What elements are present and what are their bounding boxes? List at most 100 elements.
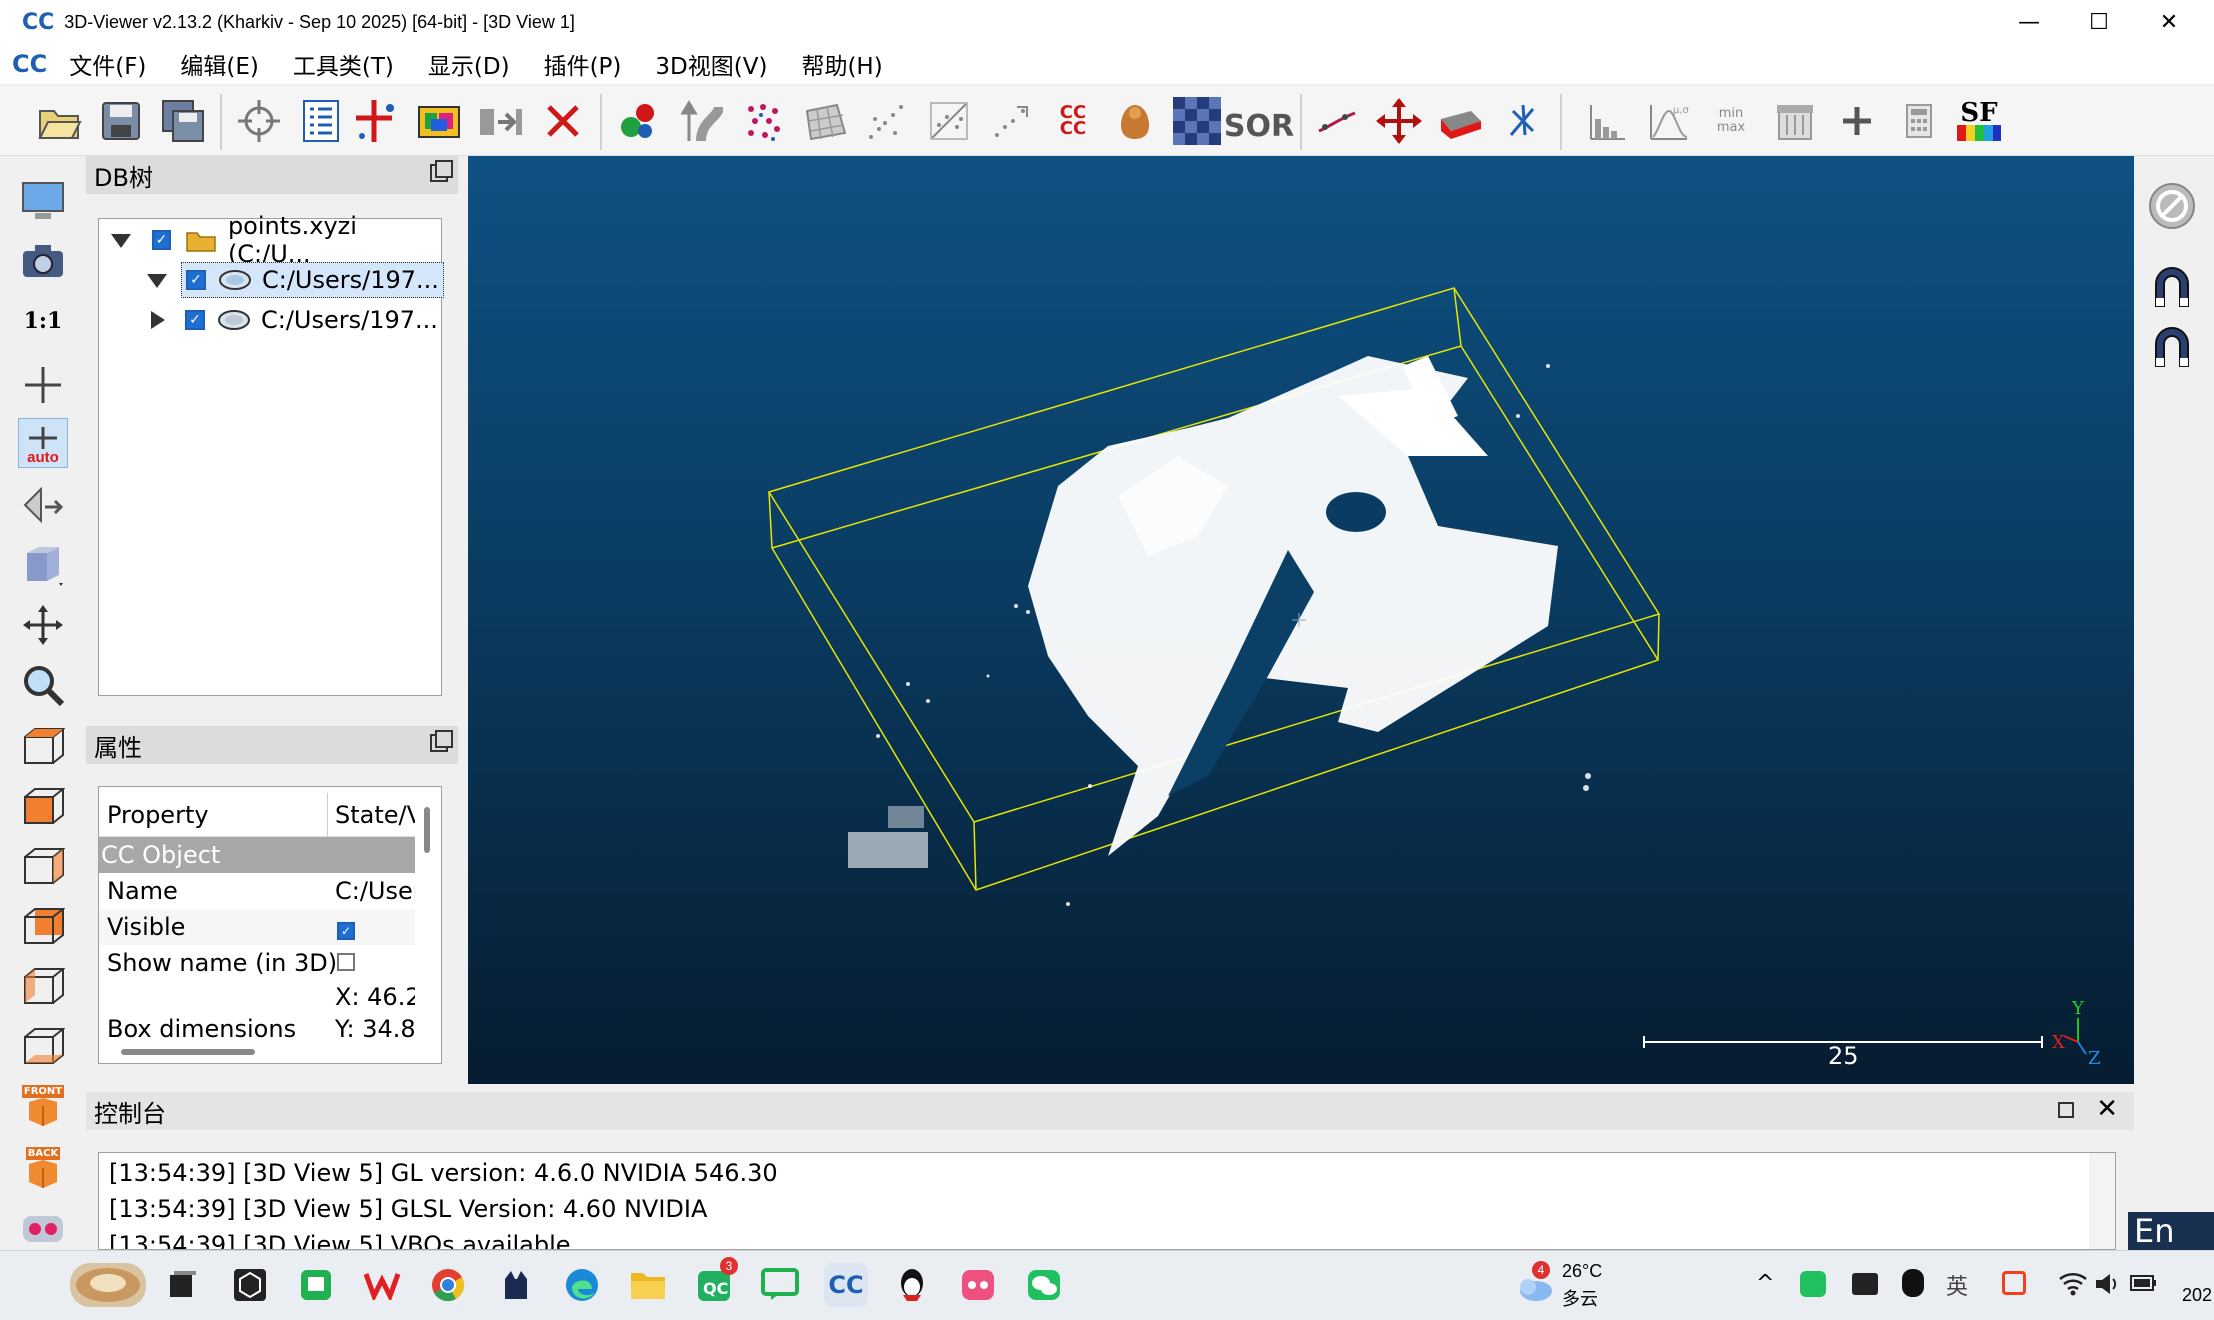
tray-qq-icon[interactable]	[1902, 1269, 1924, 1297]
edge-icon[interactable]	[560, 1263, 604, 1307]
minimize-button[interactable]: —	[1994, 0, 2064, 44]
cross-section-icon[interactable]	[986, 96, 1036, 146]
menu-3dview[interactable]: 3D视图(V)	[655, 47, 767, 81]
view-bottom-icon[interactable]	[18, 1020, 68, 1070]
app-green-icon[interactable]	[294, 1263, 338, 1307]
view-front-icon[interactable]	[18, 780, 68, 830]
center-icon[interactable]	[18, 360, 68, 410]
plane-icon[interactable]	[1436, 96, 1486, 146]
view-left-icon[interactable]	[18, 840, 68, 890]
widget-icon[interactable]	[70, 1263, 146, 1307]
float-panel-icon[interactable]	[430, 730, 453, 752]
segment-icon[interactable]	[924, 96, 974, 146]
float-panel-icon[interactable]	[430, 160, 453, 182]
checker-icon[interactable]	[1172, 96, 1222, 146]
collapse-arrow-icon[interactable]	[109, 230, 132, 250]
sf-colorbar-icon[interactable]: SF	[1954, 96, 2004, 146]
magnet-icon[interactable]	[2150, 326, 2194, 370]
scalar-field-calc-icon[interactable]	[1894, 96, 1944, 146]
view-back-icon[interactable]	[18, 900, 68, 950]
qq-icon[interactable]	[890, 1263, 934, 1307]
pan-icon[interactable]	[18, 600, 68, 650]
clone-icon[interactable]	[414, 96, 464, 146]
zoom-ratio-button[interactable]: 1:1	[18, 296, 68, 346]
property-row-name[interactable]: Name C:/User	[99, 873, 415, 909]
menu-file[interactable]: 文件(F)	[69, 47, 146, 81]
auto-pick-center-button[interactable]: auto	[18, 418, 68, 468]
camera-icon[interactable]	[18, 236, 68, 286]
wps-icon[interactable]	[360, 1263, 404, 1307]
add-point-icon[interactable]	[352, 96, 402, 146]
perspective-icon[interactable]	[18, 540, 68, 590]
calculator-icon[interactable]	[1770, 96, 1820, 146]
weather-icon[interactable]: 4	[1514, 1261, 1554, 1305]
save-icon[interactable]	[96, 96, 146, 146]
menu-plugins[interactable]: 插件(P)	[544, 47, 622, 81]
rotation-mode-icon[interactable]	[18, 480, 68, 530]
app-3d-icon[interactable]	[228, 1263, 272, 1307]
stereo-icon[interactable]	[18, 1204, 68, 1254]
list-icon[interactable]	[296, 96, 346, 146]
pink-app-icon[interactable]	[956, 1263, 1000, 1307]
close-button[interactable]: ✕	[2134, 0, 2204, 44]
cat-app-icon[interactable]	[494, 1263, 538, 1307]
close-panel-icon[interactable]: ✕	[2096, 1094, 2118, 1124]
maximize-button[interactable]: ☐	[2064, 0, 2134, 44]
subsample-icon[interactable]	[676, 96, 726, 146]
save-all-icon[interactable]	[158, 96, 208, 146]
property-row-show-name[interactable]: Show name (in 3D)	[99, 945, 415, 981]
battery-icon[interactable]	[2130, 1273, 2158, 1293]
clock-date[interactable]: 202	[2182, 1285, 2212, 1306]
chrome-icon[interactable]	[426, 1263, 470, 1307]
menu-edit[interactable]: 编辑(E)	[180, 47, 258, 81]
compare-cloud-icon[interactable]: CC CC	[1048, 96, 1098, 146]
register-icon[interactable]	[614, 96, 664, 146]
visible-checkbox[interactable]: ✓	[337, 922, 355, 940]
scale-icon[interactable]	[1312, 96, 1362, 146]
zoom-icon[interactable]	[18, 660, 68, 710]
view-iso-back-button[interactable]: BACK	[18, 1142, 68, 1192]
stop-icon[interactable]	[2146, 180, 2198, 232]
menu-help[interactable]: 帮助(H)	[801, 47, 882, 81]
file-explorer-icon[interactable]	[626, 1263, 670, 1307]
visibility-checkbox[interactable]: ✓	[151, 230, 172, 250]
menu-tools[interactable]: 工具类(T)	[293, 47, 394, 81]
console-scrollbar[interactable]	[2089, 1153, 2115, 1249]
tree-item-cloud-1[interactable]: ✓ C:/Users/197...	[145, 261, 444, 299]
ime-indicator[interactable]: En	[2128, 1212, 2214, 1250]
crop-icon[interactable]	[1110, 96, 1160, 146]
sample-points-icon[interactable]	[738, 96, 788, 146]
property-value[interactable]: C:/User	[335, 877, 415, 905]
minmax-icon[interactable]: min max	[1706, 96, 1756, 146]
tray-chevron-icon[interactable]: ^	[1756, 1271, 1774, 1296]
histogram-icon[interactable]	[1582, 96, 1632, 146]
visibility-checkbox[interactable]: ✓	[185, 310, 205, 330]
float-panel-icon[interactable]	[2058, 1102, 2074, 1118]
translate-icon[interactable]	[1374, 96, 1424, 146]
3dviewer-taskbar-icon[interactable]: CC	[824, 1263, 868, 1307]
expand-arrow-icon[interactable]	[145, 309, 169, 331]
vertical-scrollbar[interactable]	[415, 807, 441, 1063]
rotate-icon[interactable]	[1498, 96, 1548, 146]
tray-s-icon[interactable]	[2002, 1271, 2026, 1295]
property-row-visible[interactable]: Visible ✓	[99, 909, 415, 945]
show-name-checkbox[interactable]	[337, 953, 355, 971]
property-column-header[interactable]: Property	[107, 801, 209, 829]
collapse-arrow-icon[interactable]	[145, 270, 169, 290]
scrollbar-thumb[interactable]	[424, 807, 430, 853]
delete-icon[interactable]	[538, 96, 588, 146]
add-icon[interactable]	[1832, 96, 1882, 146]
wifi-icon[interactable]	[2058, 1269, 2088, 1299]
tray-app-icon[interactable]	[1852, 1273, 1878, 1295]
magnet-icon[interactable]	[2150, 266, 2194, 310]
3d-view[interactable]: 25 Y X Z	[468, 156, 2134, 1084]
menu-display[interactable]: 显示(D)	[428, 47, 510, 81]
merge-icon[interactable]	[476, 96, 526, 146]
display-icon[interactable]	[18, 176, 68, 226]
noise-icon[interactable]	[862, 96, 912, 146]
qc-app-icon[interactable]: QC 3	[692, 1257, 738, 1307]
statistics-icon[interactable]: μ,σ	[1644, 96, 1694, 146]
horizontal-scrollbar[interactable]	[121, 1049, 255, 1055]
chat-app-icon[interactable]	[758, 1263, 802, 1307]
view-iso-front-button[interactable]: FRONT	[18, 1080, 68, 1130]
